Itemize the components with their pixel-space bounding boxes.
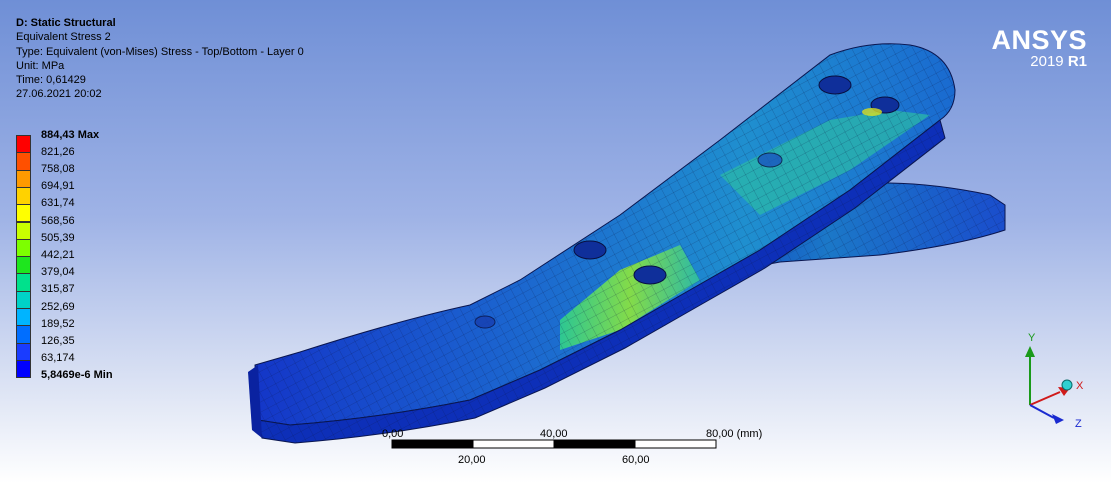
legend-swatch <box>16 152 31 171</box>
legend-swatch <box>16 221 31 240</box>
ansys-logo: ANSYS 2019 R1 <box>991 26 1087 70</box>
legend-level-label: 821,26 <box>41 146 75 158</box>
legend-swatch <box>16 325 31 344</box>
scale-bar: 0,00 40,00 80,00 (mm) 20,00 60,00 <box>380 428 800 468</box>
logo-version-release: R1 <box>1067 53 1087 70</box>
axis-triad[interactable]: Y X Z <box>1010 330 1110 440</box>
result-type: Type: Equivalent (von-Mises) Stress - To… <box>16 45 304 58</box>
logo-brand: ANSYS <box>991 25 1087 55</box>
scale-label: 20,00 <box>458 454 486 466</box>
legend-swatch <box>16 204 31 223</box>
triad-z-label: Z <box>1075 418 1082 430</box>
legend-level-label: 694,91 <box>41 180 75 192</box>
scale-label: 60,00 <box>622 454 650 466</box>
result-unit: Unit: MPa <box>16 59 65 72</box>
legend-level-label: 126,35 <box>41 335 75 347</box>
legend-level-label: 379,04 <box>41 266 75 278</box>
legend-level-label: 189,52 <box>41 318 75 330</box>
legend-swatch <box>16 135 31 154</box>
legend-swatch <box>16 238 31 258</box>
result-info: D: Static Structural Equivalent Stress 2… <box>16 16 304 102</box>
legend-swatch <box>16 359 31 379</box>
legend-level-label: 505,39 <box>41 232 75 244</box>
logo-version-year: 2019 <box>1030 53 1064 70</box>
legend-swatch <box>16 342 31 361</box>
legend-level-label: 63,174 <box>41 352 75 364</box>
legend-swatch <box>16 169 31 188</box>
graphics-viewport[interactable]: D: Static Structural Equivalent Stress 2… <box>0 0 1111 483</box>
legend-level-label: 631,74 <box>41 197 75 209</box>
legend-swatch <box>16 186 31 206</box>
legend-level-label: 758,08 <box>41 163 75 175</box>
legend-min-label: 5,8469e-6 Min <box>41 369 113 381</box>
legend-swatch <box>16 290 31 309</box>
legend-level-label: 568,56 <box>41 215 75 227</box>
legend-level-label: 442,21 <box>41 249 75 261</box>
logo-version: 2019 R1 <box>991 54 1087 70</box>
legend-max-label: 884,43 Max <box>41 129 100 141</box>
result-name: Equivalent Stress 2 <box>16 31 111 44</box>
triad-x-label: X <box>1076 380 1084 392</box>
legend-swatch <box>16 256 31 275</box>
triad-graphic <box>1025 346 1073 424</box>
scale-label: 80,00 (mm) <box>706 428 763 440</box>
legend-level-label: 315,87 <box>41 283 75 295</box>
contour-legend[interactable]: 884,43 Max 821,26 758,08 694,91 631,74 5… <box>16 129 156 381</box>
legend-swatch <box>16 273 31 292</box>
triad-y-label: Y <box>1028 332 1036 344</box>
result-date: 27.06.2021 20:02 <box>16 88 102 101</box>
result-time: Time: 0,61429 <box>16 74 86 87</box>
scale-label: 40,00 <box>540 428 568 440</box>
legend-swatch <box>16 308 31 327</box>
scale-label: 0,00 <box>382 428 404 440</box>
legend-level-label: 252,69 <box>41 301 75 313</box>
system-title: D: Static Structural <box>16 17 116 29</box>
